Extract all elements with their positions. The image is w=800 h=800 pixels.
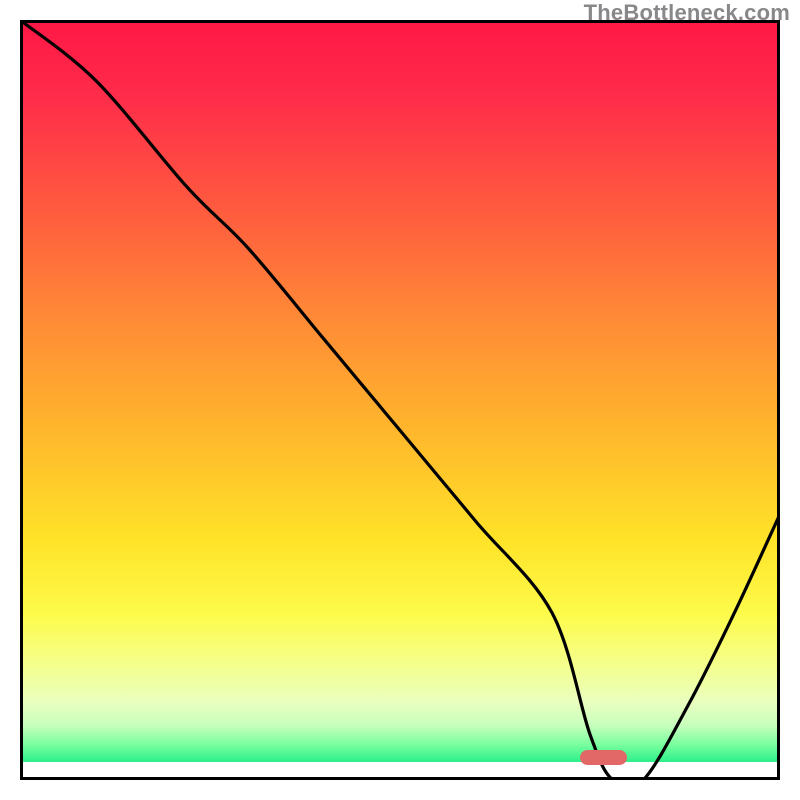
bottleneck-curve-path <box>20 20 780 780</box>
optimal-marker <box>580 750 627 765</box>
chart-canvas: TheBottleneck.com <box>0 0 800 800</box>
chart-line <box>20 20 780 780</box>
